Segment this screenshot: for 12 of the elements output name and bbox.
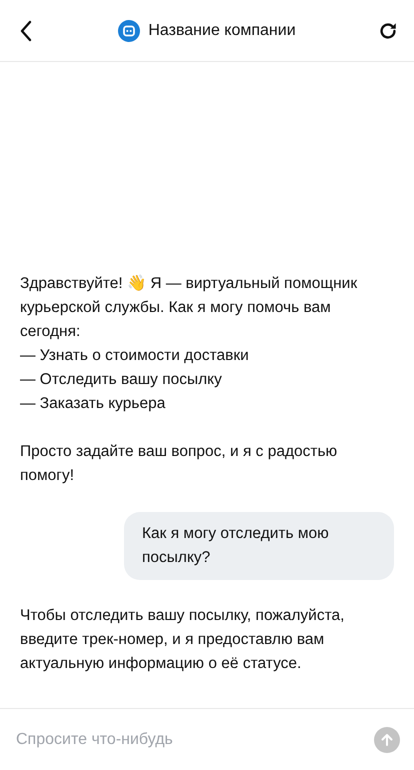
company-title: Название компании <box>148 22 296 40</box>
message-input[interactable]: Спросите что-нибудь <box>16 726 366 752</box>
bot-logo-icon <box>118 20 140 42</box>
arrow-up-icon <box>380 732 394 746</box>
bot-message-text: Чтобы отследить вашу посылку, пожалуйста, введите трек-номер, и я предоставлю вам актуальную информацию о её статусе. <box>20 606 346 674</box>
bot-message-text: — Отследить вашу посылку <box>20 370 223 390</box>
user-message-bubble: Как я могу отследить мою посылку? <box>124 512 394 580</box>
bot-message-text: Просто задайте ваш вопрос, и я с радостью помогу! <box>20 442 338 486</box>
bot-message-text: Здравствуйте! 👋 Я — виртуальный помощник курьерской службы. Как я могу помочь вам сегодня: <box>20 274 358 342</box>
back-icon <box>19 20 33 42</box>
bot-message-text: — Узнать о стоимости доставки <box>20 346 250 366</box>
bot-message-text: — Заказать курьера <box>20 394 166 414</box>
